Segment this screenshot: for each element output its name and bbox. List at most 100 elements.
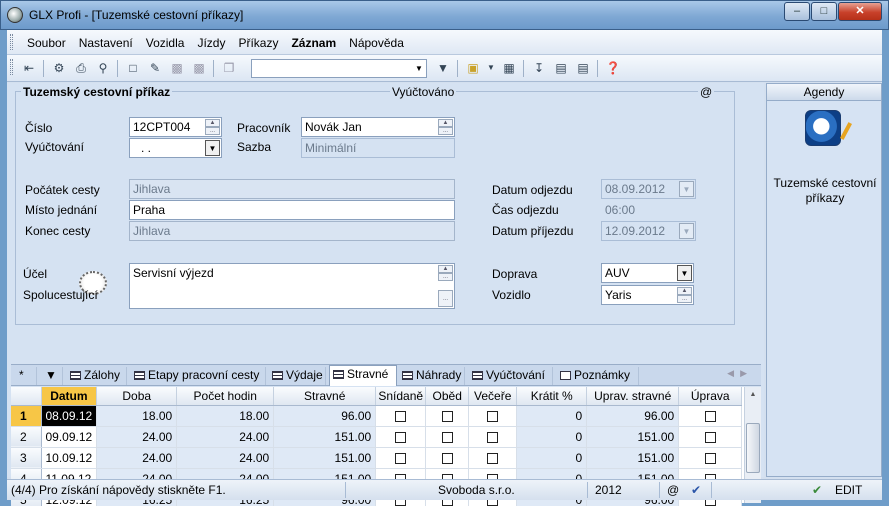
tab-scroll-arrows[interactable]: ◀▶ bbox=[727, 368, 753, 379]
col-header-uprava[interactable]: Úprava bbox=[678, 387, 743, 406]
print-icon[interactable]: ⎙ bbox=[73, 60, 89, 76]
cell-obed[interactable] bbox=[425, 405, 470, 427]
vyuctovani-field[interactable]: . . ▼ bbox=[129, 138, 222, 158]
cell-stravne[interactable]: 151.00 bbox=[273, 426, 377, 448]
chevron-down-icon[interactable]: ▼ bbox=[412, 60, 426, 77]
ucel-field[interactable]: Servisní výjezd ▲ ... ... bbox=[129, 263, 455, 309]
list-icon[interactable]: ▤ bbox=[553, 60, 569, 76]
col-header-stravne[interactable]: Stravné bbox=[273, 387, 377, 406]
checkbox[interactable] bbox=[395, 452, 407, 464]
col-header-kratit[interactable]: Krátit % bbox=[516, 387, 588, 406]
agenda-item-label[interactable]: Tuzemské cestovní příkazy bbox=[771, 176, 879, 206]
menu-soubor[interactable]: Soubor bbox=[27, 36, 66, 50]
checkbox[interactable] bbox=[441, 410, 453, 422]
cell-doba[interactable]: 24.00 bbox=[96, 447, 178, 469]
row-number[interactable]: 1 bbox=[11, 405, 42, 427]
tab-nahrady[interactable]: Náhrady bbox=[399, 367, 465, 385]
vozidlo-field[interactable]: Yaris ▲ ... bbox=[601, 285, 694, 305]
cell-uprav-stravne[interactable]: 151.00 bbox=[586, 447, 680, 469]
cell-uprav-stravne[interactable]: 151.00 bbox=[586, 426, 680, 448]
new-icon[interactable]: □ bbox=[125, 60, 141, 76]
exit-icon[interactable]: ⇤ bbox=[21, 60, 37, 76]
cell-uprava[interactable] bbox=[678, 405, 743, 427]
table-row[interactable]: 2 09.09.12 24.00 24.00 151.00 0 151.00 bbox=[11, 426, 743, 448]
cell-kratit[interactable]: 0 bbox=[516, 447, 588, 469]
checkbox[interactable] bbox=[487, 410, 499, 422]
filter-combo[interactable]: ▼ bbox=[251, 59, 427, 78]
cislo-field[interactable]: 12CPT004 ▲ ... bbox=[129, 117, 222, 137]
help-icon[interactable]: ❓ bbox=[605, 60, 621, 76]
close-button[interactable]: ✕ bbox=[838, 2, 882, 21]
more-icon[interactable]: ... bbox=[677, 295, 692, 303]
checkbox[interactable] bbox=[487, 431, 499, 443]
minimize-button[interactable]: – bbox=[784, 2, 810, 21]
cell-doba[interactable]: 24.00 bbox=[96, 426, 178, 448]
tab-filter[interactable]: ▼ bbox=[39, 367, 63, 385]
cell-stravne[interactable]: 96.00 bbox=[273, 405, 377, 427]
cell-uprav-stravne[interactable]: 96.00 bbox=[586, 405, 680, 427]
more-icon[interactable]: ... bbox=[438, 290, 453, 307]
cell-obed[interactable] bbox=[425, 447, 470, 469]
col-header-datum[interactable]: Datum bbox=[41, 387, 98, 406]
more-icon[interactable]: ... bbox=[205, 127, 220, 135]
col-header-uprav-stravne[interactable]: Uprav. stravné bbox=[586, 387, 680, 406]
tab-stravne[interactable]: Stravné bbox=[329, 365, 397, 386]
col-header-obed[interactable]: Oběd bbox=[425, 387, 470, 406]
import-icon[interactable]: ↧ bbox=[531, 60, 547, 76]
save-close-icon[interactable]: ▩ bbox=[191, 60, 207, 76]
checkbox[interactable] bbox=[441, 452, 453, 464]
tab-zalohy[interactable]: Zálohy bbox=[67, 367, 127, 385]
checkbox[interactable] bbox=[487, 452, 499, 464]
chevron-up-icon[interactable]: ▲ bbox=[205, 119, 220, 127]
menu-napoveda[interactable]: Nápověda bbox=[349, 36, 404, 50]
checkbox[interactable] bbox=[704, 431, 716, 443]
menu-jizdy[interactable]: Jízdy bbox=[197, 36, 225, 50]
more-icon[interactable]: ... bbox=[438, 273, 453, 281]
cell-stravne[interactable]: 151.00 bbox=[273, 447, 377, 469]
cell-obed[interactable] bbox=[425, 426, 470, 448]
calendar-icon[interactable]: ▦ bbox=[501, 60, 517, 76]
travel-orders-icon[interactable] bbox=[805, 110, 841, 146]
checkbox[interactable] bbox=[704, 452, 716, 464]
cell-datum[interactable]: 09.09.12 bbox=[41, 426, 98, 448]
chevron-up-icon[interactable]: ▲ bbox=[677, 287, 692, 295]
tab-vyuctovani[interactable]: Vyúčtování bbox=[469, 367, 553, 385]
folder-dropdown-icon[interactable]: ▼ bbox=[483, 60, 499, 76]
export-icon[interactable]: ▤ bbox=[575, 60, 591, 76]
tab-etapy[interactable]: Etapy pracovní cesty bbox=[131, 367, 266, 385]
cell-snidane[interactable] bbox=[375, 405, 427, 427]
col-header-pocet-hodin[interactable]: Počet hodin bbox=[176, 387, 275, 406]
cell-snidane[interactable] bbox=[375, 426, 427, 448]
tab-new[interactable]: * bbox=[13, 367, 37, 385]
misto-field[interactable]: Praha bbox=[129, 200, 455, 220]
checkbox[interactable] bbox=[441, 431, 453, 443]
cell-pocet-hodin[interactable]: 18.00 bbox=[176, 405, 275, 427]
row-number[interactable]: 3 bbox=[11, 447, 42, 469]
checkbox[interactable] bbox=[704, 410, 716, 422]
cell-uprava[interactable] bbox=[678, 447, 743, 469]
cell-snidane[interactable] bbox=[375, 447, 427, 469]
save-icon[interactable]: ▩ bbox=[169, 60, 185, 76]
cell-uprava[interactable] bbox=[678, 426, 743, 448]
chevron-up-icon[interactable]: ▲ bbox=[438, 265, 453, 273]
row-number[interactable]: 2 bbox=[11, 426, 42, 448]
app-icon[interactable] bbox=[7, 7, 23, 23]
maximize-button[interactable]: □ bbox=[811, 2, 837, 21]
col-header-snidane[interactable]: Snídaně bbox=[375, 387, 427, 406]
copy-icon[interactable]: ❐ bbox=[221, 60, 237, 76]
tab-poznamky[interactable]: Poznámky bbox=[557, 367, 639, 385]
edit-icon[interactable]: ✎ bbox=[147, 60, 163, 76]
menu-zaznam[interactable]: Záznam bbox=[291, 36, 336, 50]
menu-grip[interactable] bbox=[10, 34, 13, 50]
table-row[interactable]: 3 10.09.12 24.00 24.00 151.00 0 151.00 bbox=[11, 447, 743, 469]
cell-vecere[interactable] bbox=[468, 426, 518, 448]
scroll-up-icon[interactable]: ▲ bbox=[745, 387, 761, 403]
scrollbar-thumb[interactable] bbox=[746, 423, 760, 473]
toolbar-grip[interactable] bbox=[10, 59, 13, 75]
checkbox[interactable] bbox=[395, 431, 407, 443]
print-preview-icon[interactable]: ⚲ bbox=[95, 60, 111, 76]
filter-icon[interactable]: ▼ bbox=[435, 60, 451, 76]
cell-vecere[interactable] bbox=[468, 405, 518, 427]
chevron-down-icon[interactable]: ▼ bbox=[205, 140, 220, 156]
chevron-up-icon[interactable]: ▲ bbox=[438, 119, 453, 127]
